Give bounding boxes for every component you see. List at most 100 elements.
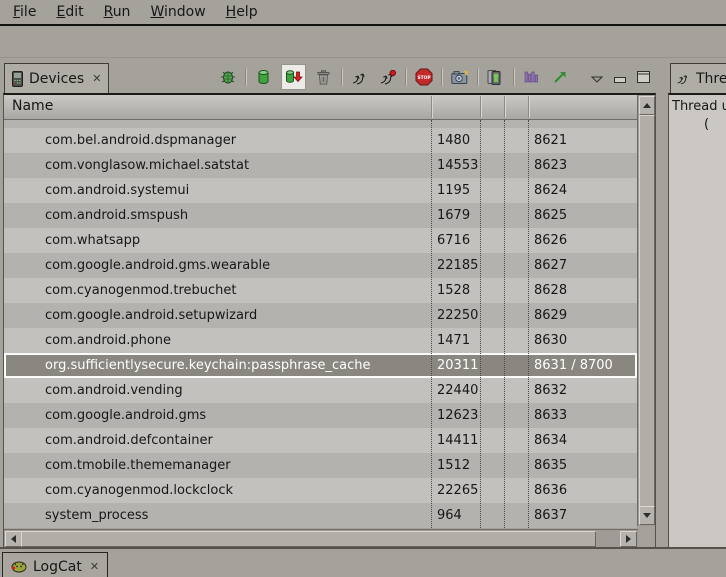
process-name: com.google.android.gms.wearable — [45, 253, 270, 278]
menu-edit[interactable]: Edit — [47, 2, 94, 22]
dump-hprof-icon[interactable] — [281, 64, 306, 90]
process-name: system_process — [45, 503, 148, 528]
vertical-scrollbar[interactable] — [637, 95, 655, 526]
toolbar-separator — [477, 68, 478, 86]
table-row[interactable]: com.google.android.gms126238633 — [4, 403, 637, 428]
process-pid: 964 — [437, 503, 462, 528]
view-window-buttons — [591, 68, 650, 87]
process-port: 8624 — [534, 178, 567, 203]
table-row[interactable]: com.android.phone14718630 — [4, 328, 637, 353]
toolbar-separator — [441, 68, 442, 86]
process-port: 8635 — [534, 453, 567, 478]
toolbar-separator — [405, 68, 406, 86]
process-name: com.vonglasow.michael.satstat — [45, 153, 249, 178]
table-header[interactable]: Name — [4, 95, 637, 120]
process-port: 8627 — [534, 253, 567, 278]
logcat-bar: LogCat ✕ — [0, 547, 726, 577]
maximize-icon[interactable] — [637, 68, 650, 87]
view-menu-icon[interactable] — [591, 68, 603, 87]
process-port: 8623 — [534, 153, 567, 178]
process-pid: 1679 — [437, 203, 470, 228]
process-port: 8630 — [534, 328, 567, 353]
table-row-selected[interactable]: org.sufficientlysecure.keychain:passphra… — [4, 353, 637, 378]
devices-toolbar: STOP — [217, 64, 650, 90]
toolbar-separator — [245, 68, 246, 86]
scroll-up-button[interactable] — [639, 96, 655, 115]
scroll-down-button[interactable] — [639, 506, 655, 525]
table-row[interactable]: system_process9648637 — [4, 503, 637, 528]
cause-gc-trash-icon[interactable] — [313, 66, 334, 88]
column-divider[interactable] — [504, 96, 505, 118]
process-port: 8634 — [534, 428, 567, 453]
menu-window[interactable]: Window — [141, 2, 216, 22]
scroll-right-button[interactable] — [620, 531, 637, 547]
table-row[interactable]: com.tmobile.thememanager15128635 — [4, 453, 637, 478]
process-port: 8628 — [534, 278, 567, 303]
threads-icon — [676, 72, 690, 85]
devices-tabbar: Devices ✕ — [0, 60, 657, 93]
update-threads-now-icon[interactable] — [377, 66, 398, 88]
table-row[interactable]: com.android.smspush16798625 — [4, 203, 637, 228]
process-name: com.android.defcontainer — [45, 428, 213, 453]
column-header-name[interactable]: Name — [12, 98, 53, 114]
table-row[interactable]: com.android.systemui11958624 — [4, 178, 637, 203]
column-divider[interactable] — [528, 96, 529, 118]
close-icon[interactable]: ✕ — [90, 561, 99, 572]
capture-device-view-icon[interactable] — [485, 66, 506, 88]
process-port: 8625 — [534, 203, 567, 228]
minimize-icon[interactable] — [614, 68, 626, 87]
table-row[interactable]: com.bel.android.dspmanager 1480 8621 — [4, 128, 637, 153]
column-divider[interactable] — [480, 96, 481, 118]
debug-attach-icon[interactable] — [217, 66, 238, 88]
table-row[interactable]: com.cyanogenmod.lockclock222658636 — [4, 478, 637, 503]
table-row[interactable]: com.android.defcontainer 14411 8634 — [4, 428, 637, 453]
process-port: 8631 / 8700 — [534, 353, 613, 378]
threads-message-line1: Thread up — [672, 99, 726, 114]
process-name: com.android.phone — [45, 328, 171, 353]
tab-threads[interactable]: Threa — [670, 63, 726, 93]
horizontal-scrollbar[interactable] — [4, 529, 638, 547]
table-row[interactable]: com.google.android.setupwizard222508629 — [4, 303, 637, 328]
column-divider[interactable] — [431, 96, 432, 118]
process-port: 8621 — [534, 128, 567, 153]
process-name: com.android.systemui — [45, 178, 189, 203]
horizontal-scrollbar-thumb[interactable] — [21, 531, 596, 547]
devices-panel: Devices ✕ — [0, 60, 657, 547]
device-phone-icon — [12, 71, 23, 87]
update-threads-icon[interactable] — [349, 66, 370, 88]
tab-devices-label: Devices — [29, 71, 84, 87]
table-row[interactable]: com.vonglasow.michael.satstat 14553 8623 — [4, 153, 637, 178]
menu-help[interactable]: Help — [217, 2, 269, 22]
screen-capture-camera-icon[interactable] — [449, 66, 470, 88]
vertical-scrollbar-thumb[interactable] — [639, 115, 655, 507]
process-name: com.android.vending — [45, 378, 183, 403]
table-row[interactable]: com.cyanogenmod.trebuchet15288628 — [4, 278, 637, 303]
tab-logcat-label: LogCat — [33, 559, 82, 575]
allocation-tracker-icon[interactable] — [521, 66, 542, 88]
process-name: com.bel.android.dspmanager — [45, 128, 236, 153]
table-row[interactable]: com.google.android.gms.wearable221858627 — [4, 253, 637, 278]
process-pid: 22250 — [437, 303, 478, 328]
tab-devices[interactable]: Devices ✕ — [4, 63, 109, 93]
menu-file[interactable]: File — [4, 2, 47, 22]
scroll-left-button[interactable] — [5, 531, 22, 547]
start-method-profiling-icon[interactable] — [549, 66, 570, 88]
menu-run[interactable]: Run — [95, 2, 142, 22]
table-row[interactable]: com.android.vending224408632 — [4, 378, 637, 403]
process-pid: 20311 — [437, 353, 478, 378]
toolbar-separator — [513, 68, 514, 86]
devices-table-frame: Name com.bel.android.dspmanager14808621c… — [3, 93, 656, 548]
threads-panel: Threa Thread up ( — [668, 60, 726, 547]
process-port: 8626 — [534, 228, 567, 253]
process-pid: 14411 — [437, 428, 478, 453]
close-icon[interactable]: ✕ — [92, 73, 101, 84]
process-pid: 1480 — [437, 128, 470, 153]
process-pid: 12623 — [437, 403, 478, 428]
process-pid: 14553 — [437, 153, 478, 178]
process-table-body: com.bel.android.dspmanager14808621com.vo… — [4, 120, 637, 528]
update-heap-icon[interactable] — [253, 66, 274, 88]
tab-logcat[interactable]: LogCat ✕ — [2, 552, 108, 577]
stop-process-icon[interactable]: STOP — [413, 66, 434, 88]
process-pid: 22440 — [437, 378, 478, 403]
table-row[interactable]: com.whatsapp67168626 — [4, 228, 637, 253]
